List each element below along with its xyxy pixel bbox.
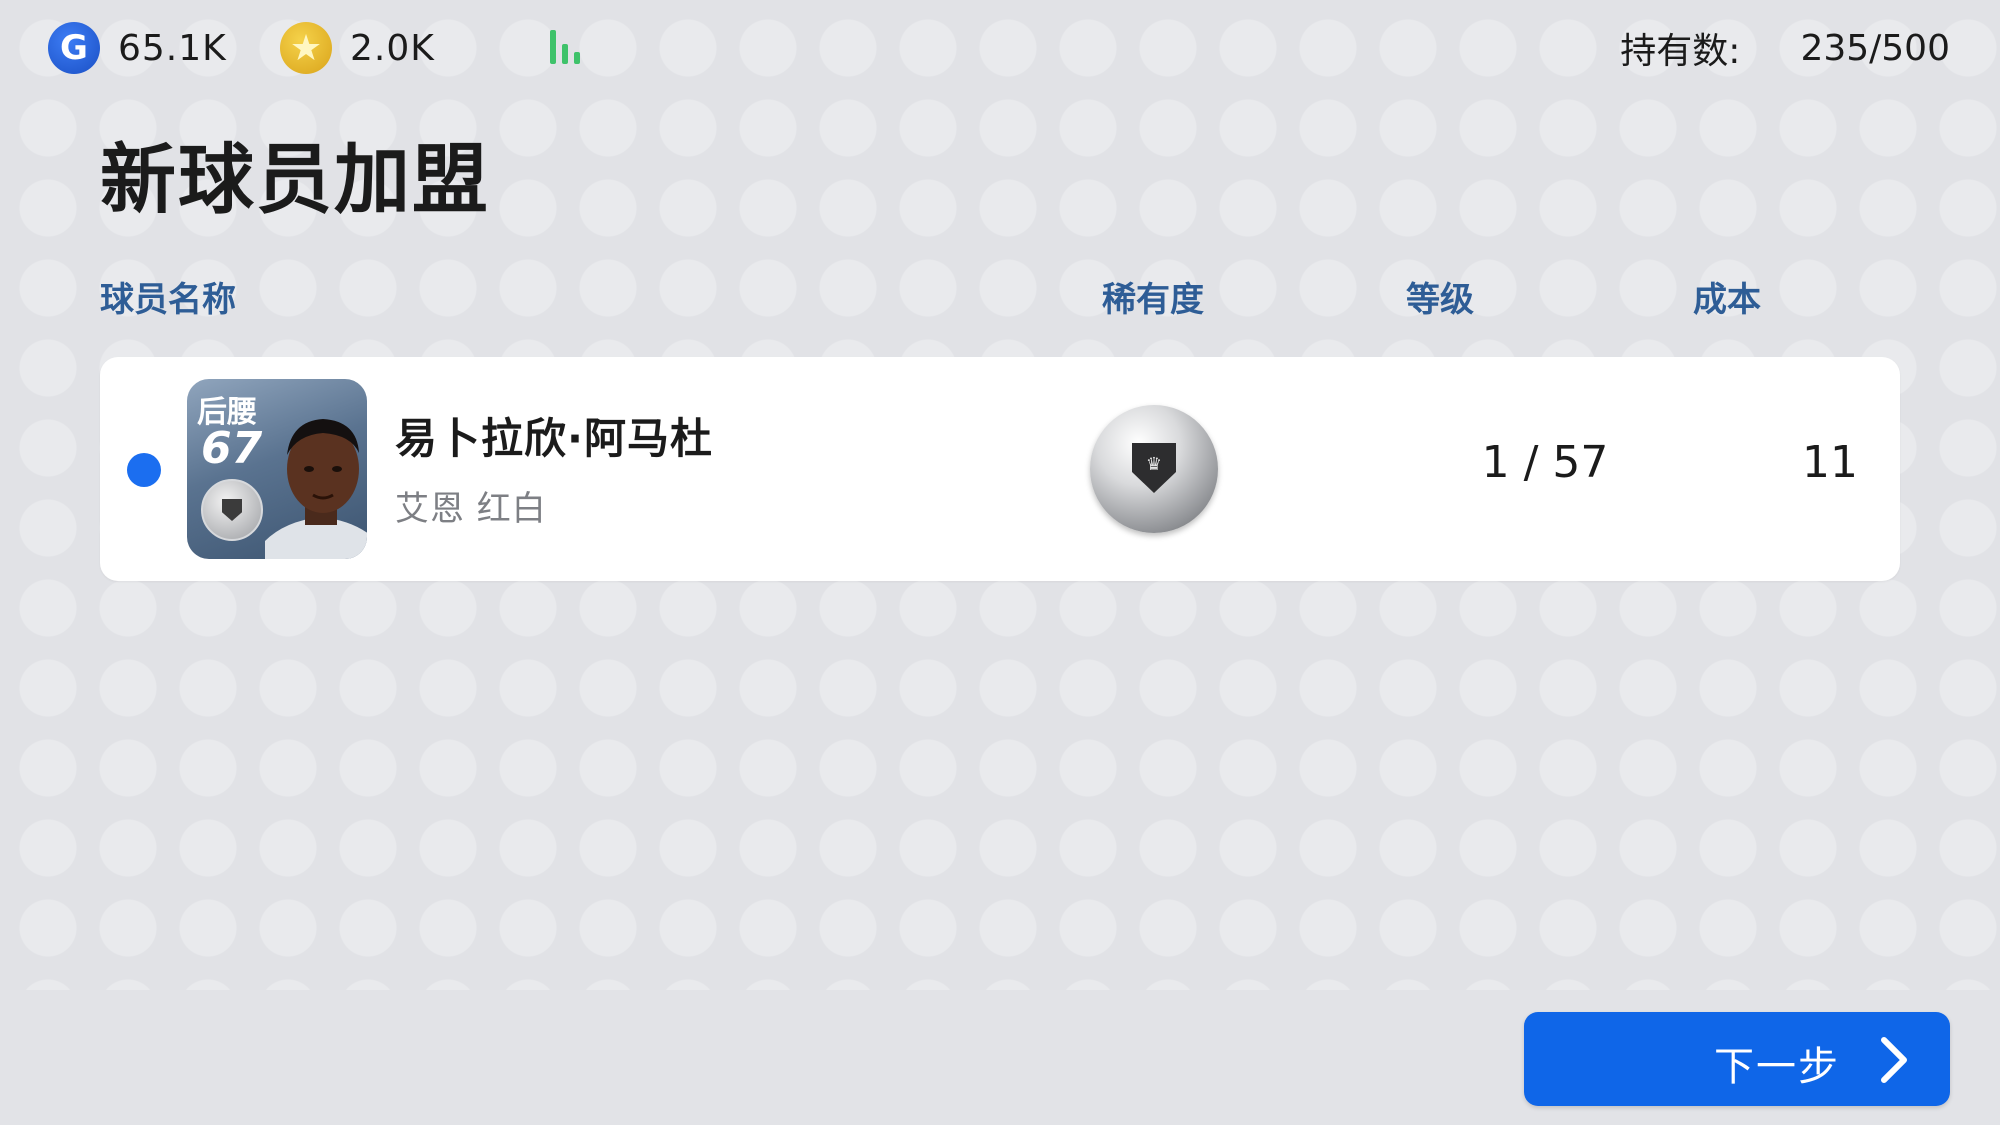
page-title: 新球员加盟 [100, 135, 490, 224]
player-name: 易卜拉欣·阿马杜 [395, 414, 713, 463]
signal-bars-icon [550, 30, 590, 64]
next-step-button[interactable]: 下一步 [1524, 1012, 1950, 1106]
player-level: 1 / 57 [1481, 437, 1609, 488]
player-cost: 11 [1802, 437, 1858, 488]
star-coin-icon: ★ [280, 22, 332, 74]
column-header-cost: 成本 [1693, 280, 1761, 320]
holdings-label: 持有数: [1620, 31, 1741, 72]
column-header-rarity: 稀有度 [1102, 280, 1204, 320]
holdings-value: 235/500 [1800, 27, 1950, 69]
player-card[interactable]: 后腰 67 [187, 379, 367, 559]
silver-ball-icon: ♛ [1090, 405, 1218, 533]
card-rating: 67 [201, 423, 263, 474]
g-coin-icon: G [48, 22, 100, 74]
rarity-badge-icon [201, 479, 263, 541]
column-header-name: 球员名称 [100, 280, 236, 320]
player-portrait [265, 419, 367, 559]
coin-currency[interactable]: ★ 2.0K [280, 22, 435, 74]
chevron-right-icon [1881, 1037, 1907, 1083]
top-status-bar: G 65.1K ★ 2.0K 持有数: 235/500 [0, 0, 2000, 95]
next-step-label: 下一步 [1714, 1044, 1840, 1090]
column-header-level: 等级 [1406, 280, 1474, 320]
selected-indicator-icon [127, 453, 161, 487]
holdings-counter: 持有数: 235/500 [1620, 22, 1950, 74]
coin-value: 2.0K [350, 27, 435, 69]
player-team: 艾恩 红白 [395, 489, 547, 529]
gp-currency[interactable]: G 65.1K [48, 22, 227, 74]
player-row[interactable]: 后腰 67 易卜拉欣·阿马杜 艾恩 红白 ♛ 1 / 57 11 [100, 357, 1900, 581]
gp-value: 65.1K [118, 27, 227, 69]
